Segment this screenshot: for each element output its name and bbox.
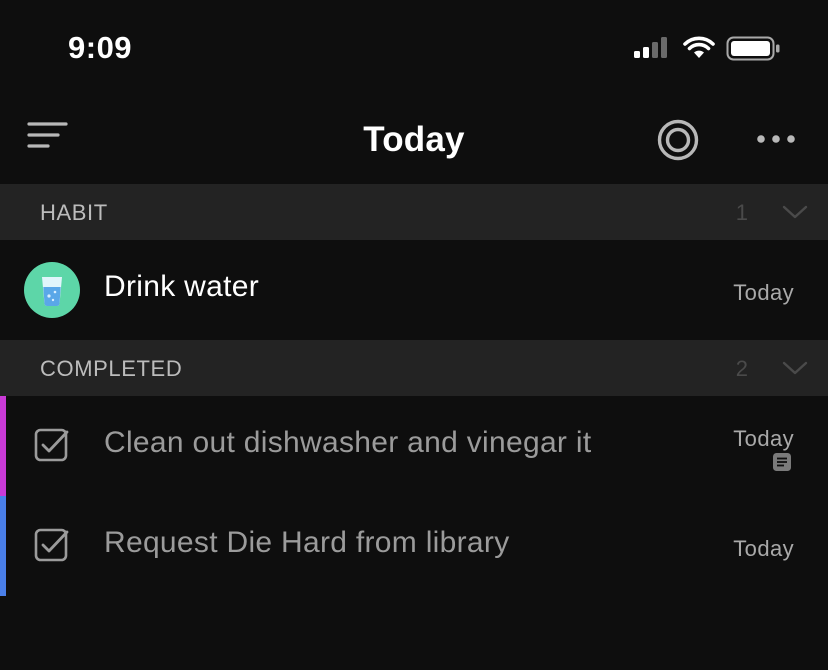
wifi-icon <box>683 36 715 58</box>
note-icon <box>773 453 791 471</box>
section-count: 2 <box>735 356 748 381</box>
chevron-down-icon[interactable] <box>782 202 808 222</box>
section-header-habit[interactable]: HABIT 1 <box>0 184 828 240</box>
focus-target-icon[interactable] <box>656 118 700 162</box>
section-header-completed[interactable]: COMPLETED 2 <box>0 340 828 396</box>
checked-checkbox-icon[interactable] <box>34 428 70 464</box>
water-glass-graphic <box>42 277 62 306</box>
habit-date: Today <box>733 280 794 305</box>
status-bar: 9:09 <box>0 0 828 96</box>
priority-bar <box>0 496 6 596</box>
nav-bar: Today <box>0 96 828 184</box>
task-row[interactable]: Request Die Hard from library Today <box>0 496 828 596</box>
section-title: HABIT <box>40 200 108 225</box>
checked-checkbox-icon[interactable] <box>34 528 70 564</box>
status-time: 9:09 <box>68 30 133 65</box>
task-date: Today <box>733 426 794 451</box>
priority-bar <box>0 396 6 496</box>
task-date: Today <box>733 536 794 561</box>
section-count: 1 <box>735 200 748 225</box>
battery-icon <box>726 36 780 61</box>
task-title: Request Die Hard from library <box>104 526 510 559</box>
more-options-icon[interactable] <box>755 126 797 152</box>
task-title: Clean out dishwasher and vinegar it <box>104 426 592 459</box>
chevron-down-icon[interactable] <box>782 358 808 378</box>
cellular-signal-icon <box>634 37 667 58</box>
status-icons <box>634 36 794 64</box>
habit-row[interactable]: Drink water Today <box>0 240 828 340</box>
today-screen: 9:09 Today HABIT 1 Drink water Today COM… <box>0 0 828 670</box>
page-title: Today <box>363 120 465 159</box>
task-row[interactable]: Clean out dishwasher and vinegar it Toda… <box>0 396 828 496</box>
water-glass-icon[interactable] <box>24 262 80 318</box>
section-title: COMPLETED <box>40 356 183 381</box>
habit-title: Drink water <box>104 270 259 303</box>
